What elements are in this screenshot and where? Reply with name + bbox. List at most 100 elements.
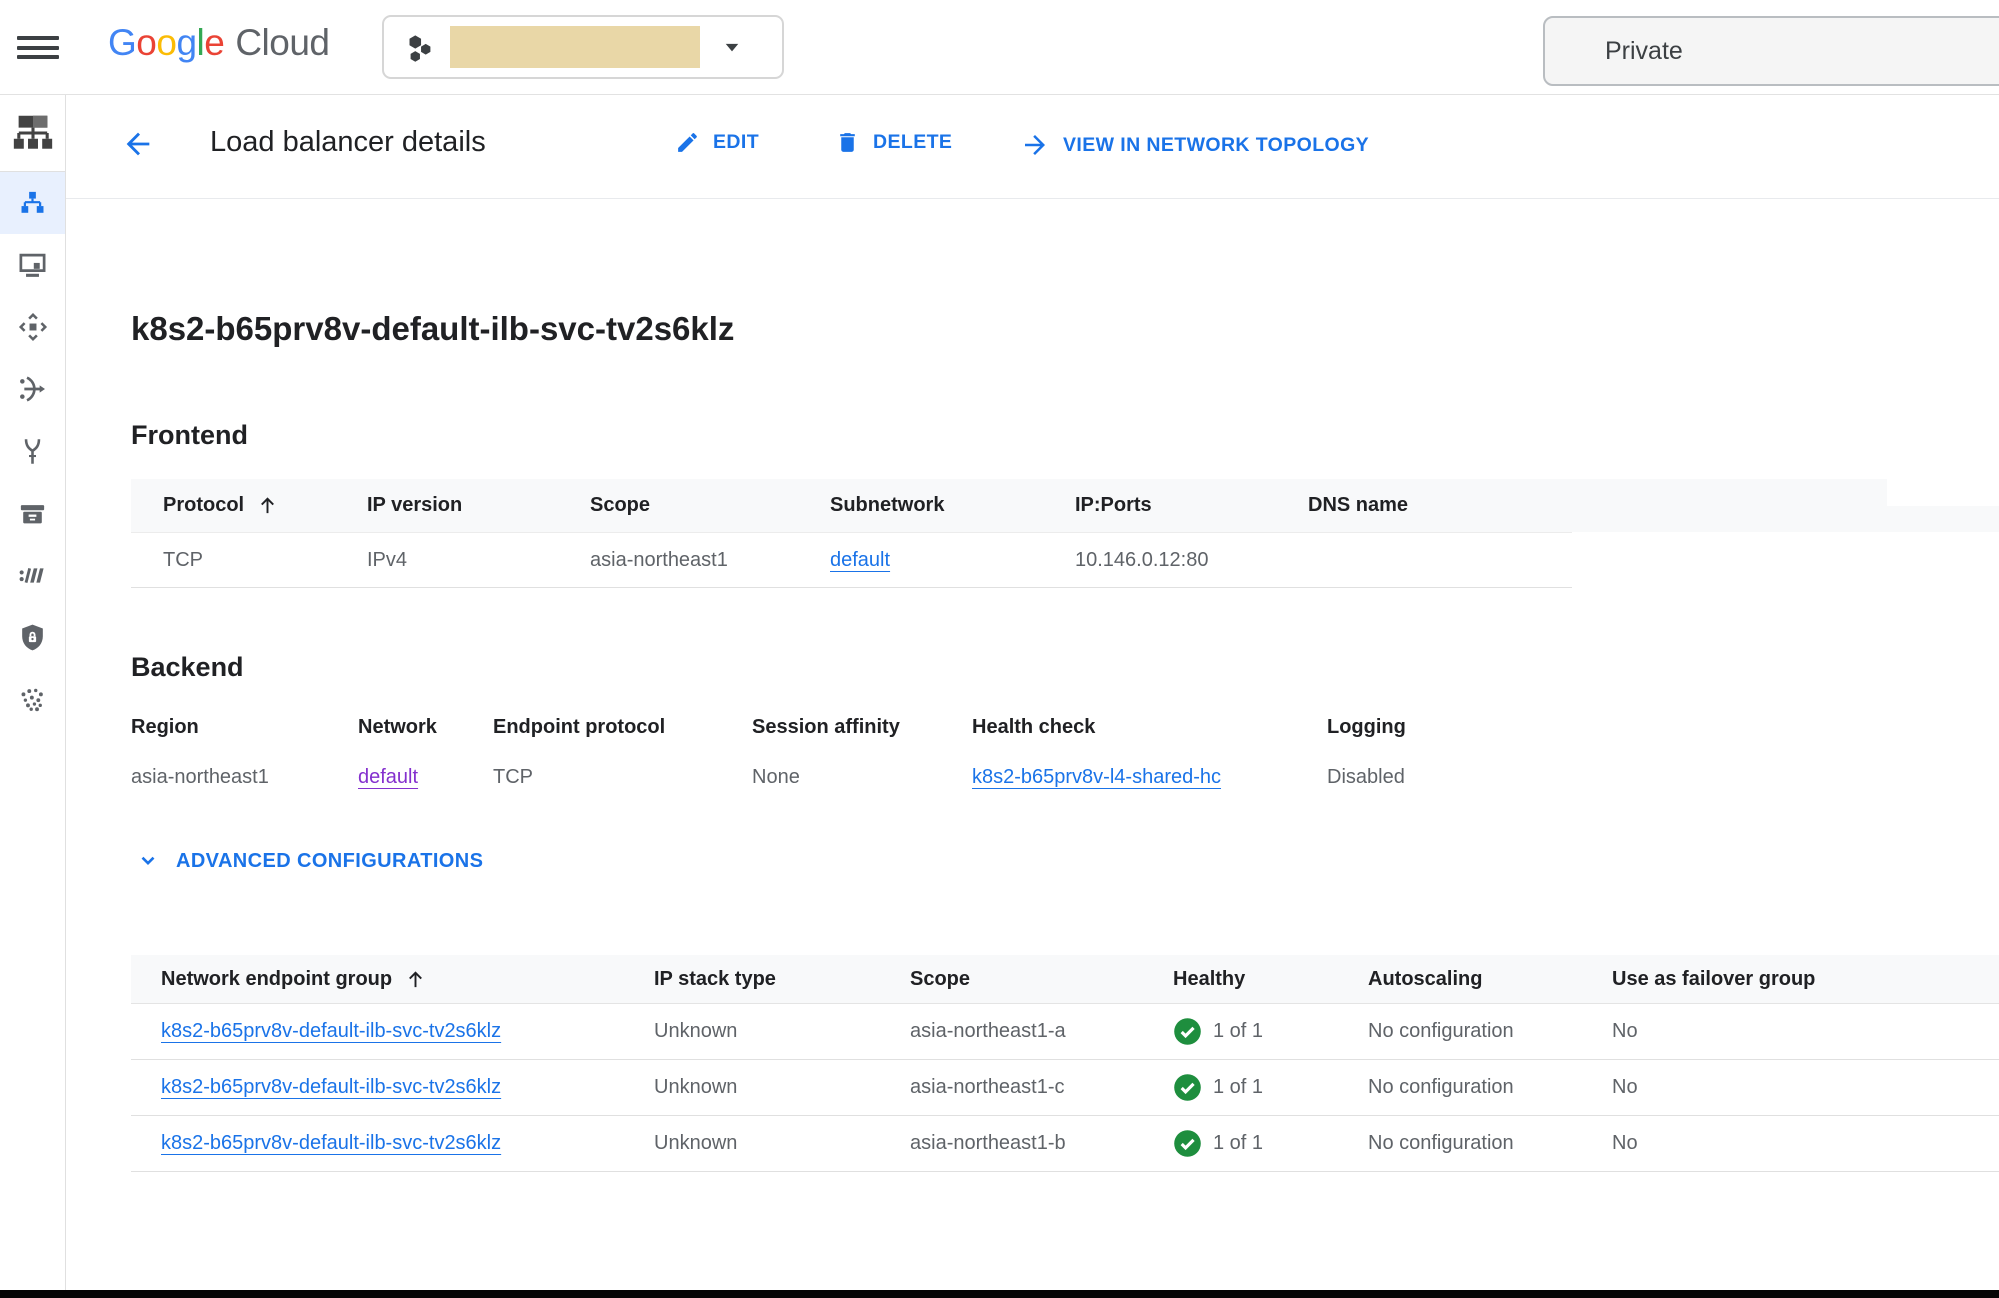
network-services-icon xyxy=(10,110,56,156)
sidebar-item-archive[interactable] xyxy=(0,482,65,544)
sidebar-item-network-services[interactable] xyxy=(0,95,65,172)
cell-scope: asia-northeast1-b xyxy=(910,1132,1173,1155)
sort-ascending-icon xyxy=(256,494,279,517)
column-label: Protocol xyxy=(163,494,244,517)
project-name-redacted xyxy=(450,26,700,68)
cell-healthy: 1 of 1 xyxy=(1213,1076,1263,1099)
view-topology-label: VIEW IN NETWORK TOPOLOGY xyxy=(1063,134,1369,157)
neg-link[interactable]: k8s2-b65prv8v-default-ilb-svc-tv2s6klz xyxy=(161,1132,501,1154)
screen-bottom-bar xyxy=(0,1290,1999,1298)
chevron-down-icon xyxy=(136,849,160,873)
column-header-scope: Scope xyxy=(590,494,830,517)
health-check-link[interactable]: k8s2-b65prv8v-l4-shared-hc xyxy=(972,766,1221,788)
page-title: Load balancer details xyxy=(210,126,486,159)
cell-autoscaling: No configuration xyxy=(1368,1020,1612,1043)
column-header-neg[interactable]: Network endpoint group xyxy=(161,968,654,991)
logo-letter: e xyxy=(204,22,224,64)
top-app-bar: Google Cloud Private xyxy=(0,0,1999,95)
edit-label: EDIT xyxy=(713,131,759,154)
back-button[interactable] xyxy=(121,127,155,161)
subnetwork-link[interactable]: default xyxy=(830,549,890,571)
neg-table-row: k8s2-b65prv8v-default-ilb-svc-tv2s6klz U… xyxy=(131,1004,1999,1060)
sidebar-item-service-mesh[interactable] xyxy=(0,668,65,730)
project-icon xyxy=(404,31,437,64)
appliances-icon xyxy=(17,250,48,281)
column-header-subnetwork: Subnetwork xyxy=(830,494,1075,517)
cell-ip-ports: 10.146.0.12:80 xyxy=(1075,549,1308,572)
column-label: Network endpoint group xyxy=(161,968,392,991)
cell-ip-stack: Unknown xyxy=(654,1020,910,1043)
pencil-icon xyxy=(675,130,700,155)
advanced-configurations-toggle[interactable]: ADVANCED CONFIGURATIONS xyxy=(136,849,483,873)
google-cloud-logo: Google Cloud xyxy=(108,22,330,64)
move-icon xyxy=(17,311,49,343)
sidebar-item-traffic-director[interactable] xyxy=(0,358,65,420)
sidebar-item-cdn[interactable] xyxy=(0,544,65,606)
network-link[interactable]: default xyxy=(358,766,418,788)
resource-name-title: k8s2-b65prv8v-default-ilb-svc-tv2s6klz xyxy=(131,199,1999,348)
backend-details-grid: Region Network Endpoint protocol Session… xyxy=(131,715,1999,789)
service-mesh-icon xyxy=(17,684,48,715)
column-header-healthy: Healthy xyxy=(1173,968,1368,991)
cell-healthy: 1 of 1 xyxy=(1213,1020,1263,1043)
label-health-check: Health check xyxy=(972,715,1327,739)
logo-letter: o xyxy=(156,22,176,64)
frontend-section-heading: Frontend xyxy=(131,418,1999,452)
logo-letter: G xyxy=(108,22,136,64)
table-header-notch xyxy=(1887,479,1999,506)
main-content: k8s2-b65prv8v-default-ilb-svc-tv2s6klz F… xyxy=(65,199,1999,1290)
neg-link[interactable]: k8s2-b65prv8v-default-ilb-svc-tv2s6klz xyxy=(161,1076,501,1098)
cell-ip-stack: Unknown xyxy=(654,1132,910,1155)
sidebar-item-load-balancing[interactable] xyxy=(0,172,65,234)
frontend-table-header: Protocol IP version Scope Subnetwork IP:… xyxy=(131,479,1999,532)
label-network: Network xyxy=(358,715,493,739)
hybrid-connectivity-icon xyxy=(17,436,48,467)
private-label: Private xyxy=(1605,37,1683,66)
arrow-right-icon xyxy=(1020,130,1050,160)
check-circle-icon xyxy=(1173,1129,1202,1158)
sidebar-item-appliances[interactable] xyxy=(0,234,65,296)
column-header-neg-scope: Scope xyxy=(910,968,1173,991)
load-balancing-icon xyxy=(17,188,48,219)
neg-table-row: k8s2-b65prv8v-default-ilb-svc-tv2s6klz U… xyxy=(131,1060,1999,1116)
cell-autoscaling: No configuration xyxy=(1368,1076,1612,1099)
view-in-network-topology-button[interactable]: VIEW IN NETWORK TOPOLOGY xyxy=(1020,130,1369,160)
neg-link[interactable]: k8s2-b65prv8v-default-ilb-svc-tv2s6klz xyxy=(161,1020,501,1042)
hamburger-menu-icon[interactable] xyxy=(17,36,59,60)
label-endpoint-protocol: Endpoint protocol xyxy=(493,715,752,739)
delete-button[interactable]: DELETE xyxy=(835,130,952,155)
sort-ascending-icon xyxy=(404,968,427,991)
logo-letter: l xyxy=(197,22,205,64)
sidebar-item-move[interactable] xyxy=(0,296,65,358)
back-arrow-icon xyxy=(121,127,155,161)
private-browsing-badge[interactable]: Private xyxy=(1543,16,1999,86)
advanced-configurations-label: ADVANCED CONFIGURATIONS xyxy=(176,850,483,873)
logo-letter: g xyxy=(176,22,196,64)
cell-failover: No xyxy=(1612,1076,1999,1099)
edit-button[interactable]: EDIT xyxy=(675,130,759,155)
column-header-ip-version: IP version xyxy=(367,494,590,517)
value-endpoint-protocol: TCP xyxy=(493,765,752,789)
cell-scope: asia-northeast1-a xyxy=(910,1020,1173,1043)
value-session-affinity: None xyxy=(752,765,972,789)
traffic-director-icon xyxy=(17,373,49,405)
neg-table-header: Network endpoint group IP stack type Sco… xyxy=(131,955,1999,1004)
check-circle-icon xyxy=(1173,1073,1202,1102)
column-header-protocol[interactable]: Protocol xyxy=(163,494,367,517)
cdn-icon xyxy=(17,560,48,591)
delete-label: DELETE xyxy=(873,131,952,154)
project-selector[interactable] xyxy=(382,15,784,79)
network-endpoint-group-table: Network endpoint group IP stack type Sco… xyxy=(131,955,1999,1172)
label-session-affinity: Session affinity xyxy=(752,715,972,739)
logo-cloud-text: Cloud xyxy=(235,22,329,64)
sidebar-item-network-security[interactable] xyxy=(0,606,65,668)
sidebar-item-hybrid-connectivity[interactable] xyxy=(0,420,65,482)
neg-table-row: k8s2-b65prv8v-default-ilb-svc-tv2s6klz U… xyxy=(131,1116,1999,1172)
cell-ip-version: IPv4 xyxy=(367,549,590,572)
product-sidebar xyxy=(0,95,66,1290)
check-circle-icon xyxy=(1173,1017,1202,1046)
cell-scope: asia-northeast1 xyxy=(590,549,830,572)
logo-letter: o xyxy=(136,22,156,64)
value-logging: Disabled xyxy=(1327,765,1999,789)
frontend-table-row: TCP IPv4 asia-northeast1 default 10.146.… xyxy=(131,532,1999,588)
